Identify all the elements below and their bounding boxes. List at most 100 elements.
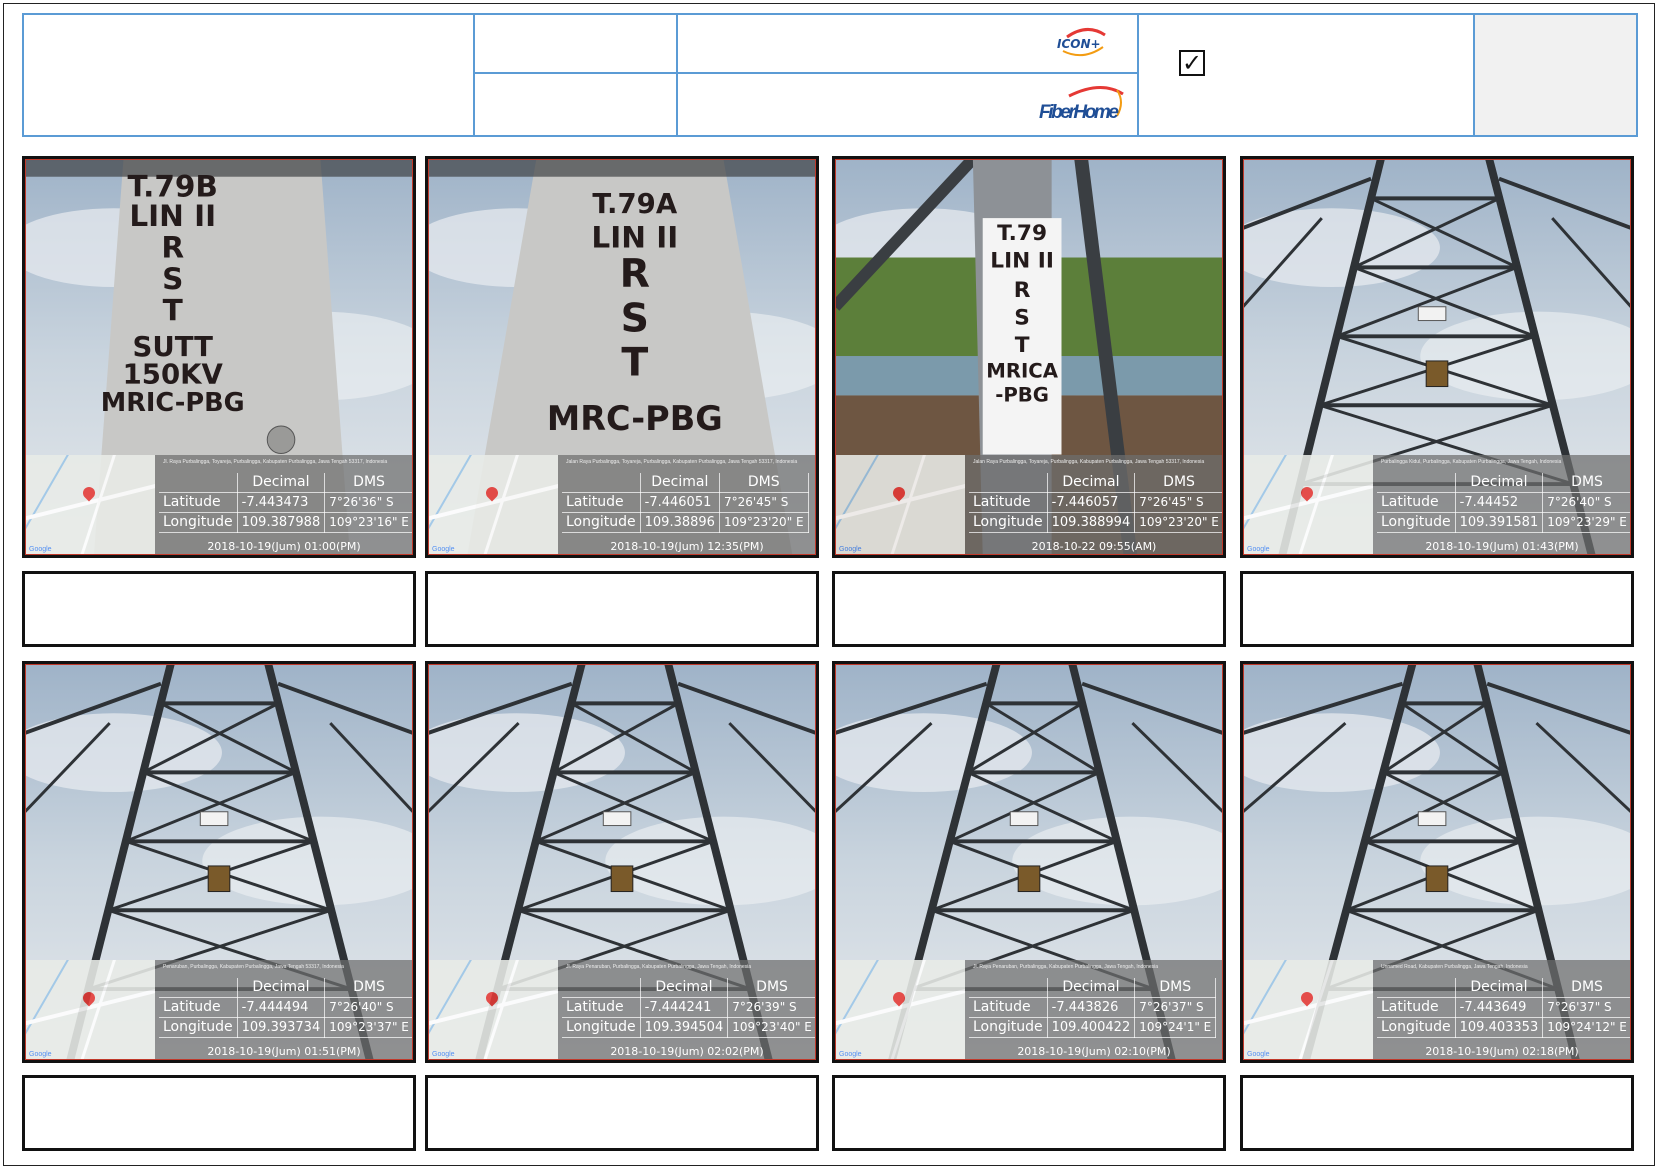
- geotag-panel: Jalan Raya Purbalingga, Toyareja, Purbal…: [965, 455, 1223, 555]
- google-logo: Google: [839, 1051, 862, 1058]
- latitude-decimal: -7.443473: [236, 492, 326, 513]
- header-shaded-cell: [1475, 15, 1636, 135]
- icon-plus-logo-text: ICON+: [1057, 37, 1101, 51]
- latitude-dms: 7°26'40" S: [1542, 492, 1631, 513]
- report-header: ICON+ FiberHome ✓: [22, 13, 1638, 137]
- geotag-overlay: Google Jl. Raya Penaruban, Purbalingga, …: [428, 960, 816, 1060]
- latitude-dms: 7°26'37" S: [1542, 997, 1631, 1018]
- longitude-decimal: 109.387988: [236, 512, 326, 533]
- google-logo: Google: [432, 546, 455, 553]
- google-logo: Google: [1247, 1051, 1270, 1058]
- geotag-address: Penaruban, Purbalingga, Kabupaten Purbal…: [163, 964, 344, 970]
- latitude-decimal: -7.444494: [236, 997, 326, 1018]
- header-logo-cell-2: FiberHome: [678, 74, 1139, 135]
- longitude-label: Longitude: [562, 512, 641, 533]
- mini-map: Google: [1243, 455, 1373, 555]
- photo-caption-box[interactable]: [22, 571, 416, 647]
- photo-timestamp: 2018-10-19(Jum) 02:18(PM): [1425, 1045, 1579, 1058]
- geotag-address: Unnamed Road, Kabupaten Purbalingga, Jaw…: [1381, 964, 1528, 970]
- longitude-dms: 109°23'40" E: [727, 1017, 816, 1038]
- longitude-decimal: 109.38896: [639, 512, 720, 533]
- decimal-header: Decimal: [639, 978, 729, 998]
- geotag-address: Jl. Raya Purbalingga, Toyareja, Purbalin…: [163, 459, 388, 465]
- longitude-label: Longitude: [969, 512, 1048, 533]
- tower-marking-text: T: [1015, 333, 1030, 358]
- geotag-overlay: Google Jl. Raya Purbalingga, Toyareja, P…: [25, 455, 413, 555]
- mini-map: Google: [25, 455, 155, 555]
- longitude-label: Longitude: [1377, 512, 1456, 533]
- latitude-decimal: -7.443649: [1454, 997, 1544, 1018]
- latitude-decimal: -7.443826: [1046, 997, 1136, 1018]
- tower-marking-text: R: [1014, 278, 1031, 303]
- google-logo: Google: [29, 1051, 52, 1058]
- tower-marking-text: 150KV: [123, 358, 224, 391]
- longitude-dms: 109°23'29" E: [1542, 512, 1631, 533]
- latitude-dms: 7°26'45" S: [718, 492, 809, 513]
- photo-timestamp: 2018-10-19(Jum) 01:43(PM): [1425, 540, 1579, 553]
- coordinates-table: Decimal DMS Latitude -7.446051 7°26'45" S L…: [562, 473, 809, 533]
- photo-caption-box[interactable]: [425, 1075, 819, 1151]
- photo-caption-box[interactable]: [22, 1075, 416, 1151]
- tower-photo: T.79A LIN II R S T MRC-PBG Google Jalan Raya …: [425, 156, 819, 558]
- google-logo: Google: [432, 1051, 455, 1058]
- geotag-panel: Jl. Raya Penaruban, Purbalingga, Kabupat…: [558, 960, 816, 1060]
- google-logo: Google: [839, 546, 862, 553]
- tower-marking-text: S: [162, 262, 183, 296]
- decimal-header: Decimal: [236, 978, 326, 998]
- tower-marking-text: T: [163, 294, 183, 328]
- decimal-header: Decimal: [236, 473, 326, 493]
- tower-marking-text: T.79A: [592, 187, 677, 220]
- header-check-cell: ✓: [1139, 15, 1475, 135]
- longitude-dms: 109°23'37" E: [324, 1017, 413, 1038]
- tower-marking-text: R: [620, 251, 650, 297]
- latitude-decimal: -7.446051: [639, 492, 720, 513]
- tower-marking-text: LIN II: [990, 248, 1054, 273]
- latitude-label: Latitude: [562, 492, 641, 513]
- coordinates-table: Decimal DMS Latitude -7.444241 7°26'39" S L…: [562, 978, 816, 1038]
- longitude-dms: 109°23'16" E: [324, 512, 413, 533]
- latitude-decimal: -7.446057: [1046, 492, 1136, 513]
- latitude-label: Latitude: [159, 492, 238, 513]
- tower-marking-text: MRIC-PBG: [101, 388, 245, 418]
- mini-map: Google: [428, 455, 558, 555]
- geotag-panel: Purbalingga Kidul, Purbalingga, Kabupate…: [1373, 455, 1631, 555]
- geotag-panel: Jalan Raya Purbalingga, Toyareja, Purbal…: [558, 455, 816, 555]
- latitude-dms: 7°26'39" S: [727, 997, 816, 1018]
- photo-caption-box[interactable]: [1240, 1075, 1634, 1151]
- photo-caption-box[interactable]: [832, 1075, 1226, 1151]
- photo-timestamp: 2018-10-19(Jum) 01:00(PM): [207, 540, 361, 553]
- tower-marking-text: T: [621, 340, 648, 386]
- photo-timestamp: 2018-10-19(Jum) 02:02(PM): [610, 1045, 764, 1058]
- geotag-overlay: Google Jalan Raya Purbalingga, Toyareja,…: [428, 455, 816, 555]
- latitude-decimal: -7.444241: [639, 997, 729, 1018]
- mini-map: Google: [428, 960, 558, 1060]
- decimal-header: Decimal: [1046, 978, 1136, 998]
- decimal-header: Decimal: [1454, 473, 1544, 493]
- latitude-label: Latitude: [969, 492, 1048, 513]
- coordinates-table: Decimal DMS Latitude -7.443649 7°26'37" S L…: [1377, 978, 1631, 1038]
- header-title-cell: [24, 15, 475, 135]
- header-logo-cell-1: ICON+: [678, 15, 1139, 74]
- longitude-dms: 109°23'20" E: [1134, 512, 1223, 533]
- photo-caption-box[interactable]: [1240, 571, 1634, 647]
- longitude-label: Longitude: [1377, 1017, 1456, 1038]
- geotag-panel: Jl. Raya Purbalingga, Toyareja, Purbalin…: [155, 455, 413, 555]
- longitude-decimal: 109.393734: [236, 1017, 326, 1038]
- tower-photo: Google Jl. Raya Penaruban, Purbalingga, …: [425, 661, 819, 1063]
- tower-marking-text: -PBG: [995, 383, 1049, 406]
- google-logo: Google: [29, 546, 52, 553]
- latitude-dms: 7°26'40" S: [324, 997, 413, 1018]
- photo-caption-box[interactable]: [832, 571, 1226, 647]
- dms-header: DMS: [1542, 978, 1631, 998]
- approval-checkbox[interactable]: ✓: [1179, 50, 1205, 76]
- tower-marking-text: MRC-PBG: [547, 399, 723, 438]
- dms-header: DMS: [324, 978, 413, 998]
- mini-map: Google: [1243, 960, 1373, 1060]
- longitude-dms: 109°23'20" E: [718, 512, 809, 533]
- photo-caption-box[interactable]: [425, 571, 819, 647]
- longitude-decimal: 109.400422: [1046, 1017, 1136, 1038]
- longitude-label: Longitude: [159, 512, 238, 533]
- tower-marking-text: S: [1014, 305, 1030, 330]
- tower-photo: T.79B LIN II R S T SUTT 150KV MRIC-PBG Google J…: [22, 156, 416, 558]
- dms-header: DMS: [324, 473, 413, 493]
